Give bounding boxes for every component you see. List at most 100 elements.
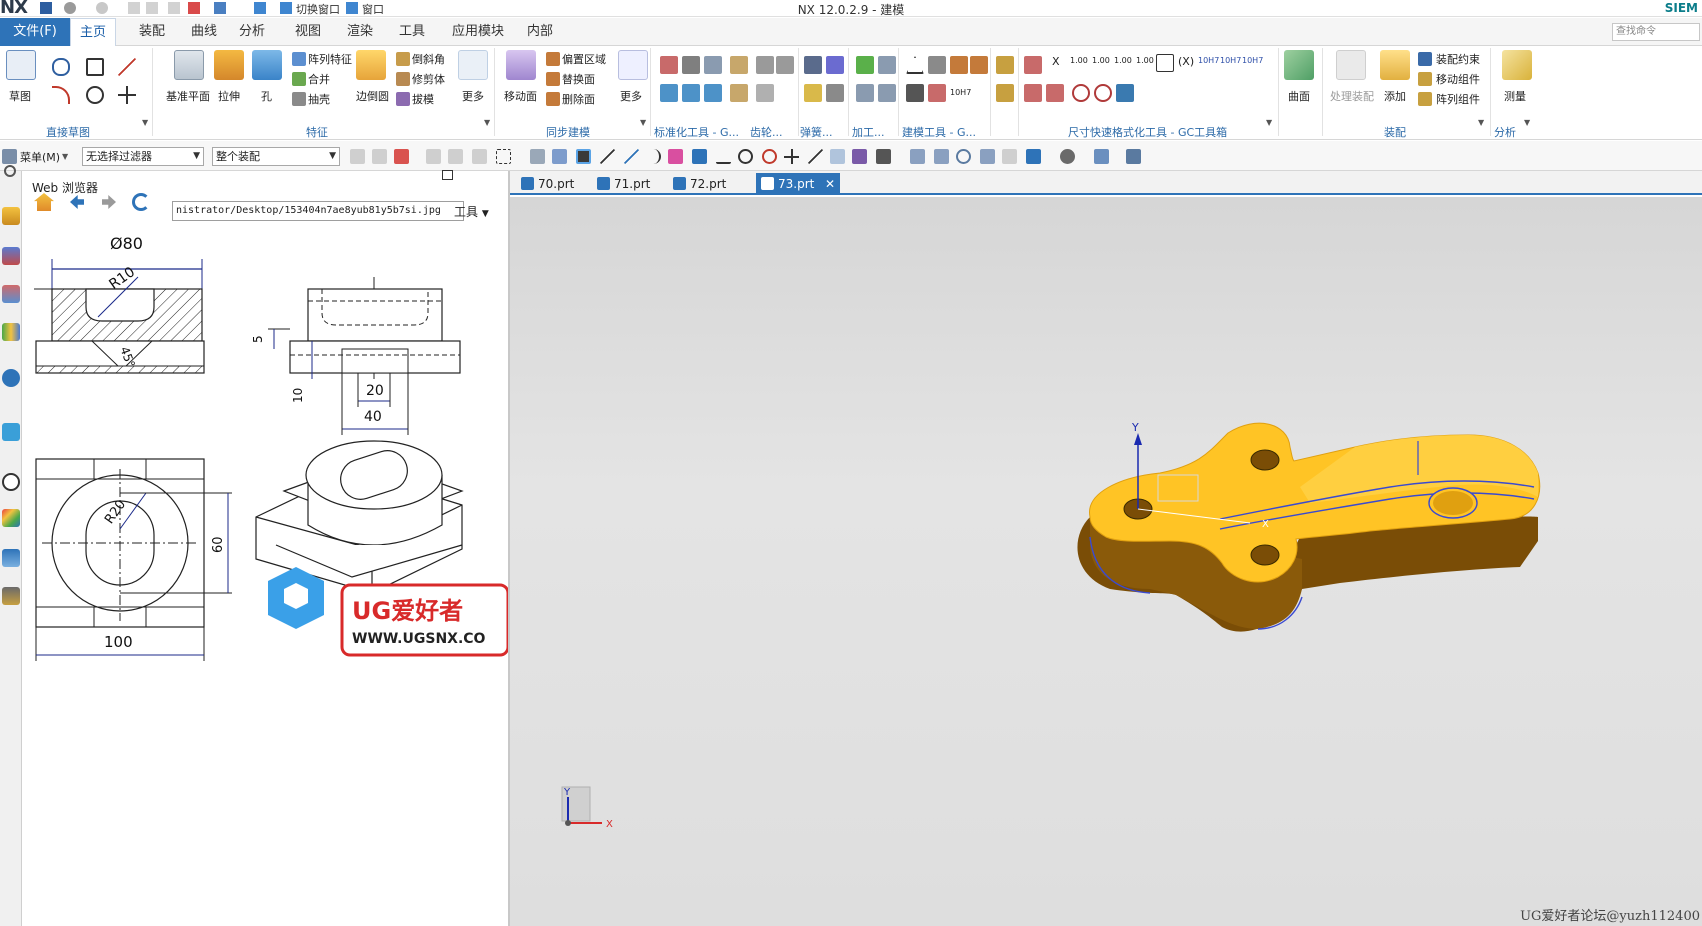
- spring-tool-4-icon[interactable]: [826, 84, 844, 102]
- select-body-icon[interactable]: [530, 149, 545, 164]
- snap-5-icon[interactable]: [448, 149, 463, 164]
- tab-applications[interactable]: 应用模块: [442, 18, 514, 46]
- offset-region-icon[interactable]: [546, 52, 560, 66]
- move-face-label[interactable]: 移动面: [504, 88, 537, 104]
- machining-group-label[interactable]: 加工...: [852, 124, 885, 140]
- modeling-tools-group-label[interactable]: 建模工具 - G...: [902, 124, 976, 140]
- select-tangent-icon[interactable]: [716, 149, 731, 164]
- dim-value-2[interactable]: 1.00: [1092, 56, 1110, 65]
- doc-tab-73[interactable]: 73.prt ✕: [756, 173, 840, 195]
- diameter-2-icon[interactable]: [1094, 84, 1112, 102]
- role-icon[interactable]: [2, 549, 20, 567]
- move-face-icon[interactable]: [506, 50, 536, 80]
- gear-tool-3-icon[interactable]: [756, 56, 774, 74]
- edge-blend-label[interactable]: 边倒圆: [356, 88, 389, 104]
- command-search-input[interactable]: 查找命令: [1612, 23, 1700, 41]
- gear-tool-2-icon[interactable]: [730, 84, 748, 102]
- menu-icon[interactable]: [2, 149, 17, 164]
- tab-tools[interactable]: 工具: [388, 18, 436, 46]
- select-center-icon[interactable]: [738, 149, 753, 164]
- extrude-label[interactable]: 拉伸: [218, 88, 240, 104]
- palette-icon[interactable]: [2, 509, 20, 527]
- dim-value-3[interactable]: 1.00: [1114, 56, 1132, 65]
- spline-icon[interactable]: [52, 58, 70, 76]
- tab-internal[interactable]: 内部: [520, 18, 560, 46]
- gear-tool-5-icon[interactable]: [756, 84, 774, 102]
- dim-tool-2-icon[interactable]: [1024, 84, 1042, 102]
- measure-label[interactable]: 测量: [1504, 88, 1526, 104]
- maximize-icon[interactable]: [442, 170, 453, 180]
- tab-render[interactable]: 渲染: [336, 18, 384, 46]
- selection-filter-dropdown[interactable]: 无选择过滤器 ▼: [82, 147, 204, 166]
- sketch-button-label[interactable]: 草图: [9, 88, 31, 104]
- select-face-icon[interactable]: [552, 149, 567, 164]
- dim-paren-x-label[interactable]: (X): [1178, 55, 1194, 68]
- pattern-component-icon[interactable]: [1418, 92, 1432, 106]
- gc-tool-4-icon[interactable]: [660, 84, 678, 102]
- refresh-icon[interactable]: [132, 193, 150, 211]
- delete-face-label[interactable]: 删除面: [562, 91, 595, 107]
- move-component-label[interactable]: 移动组件: [1436, 71, 1480, 87]
- tab-view[interactable]: 视图: [284, 18, 332, 46]
- pattern-component-label[interactable]: 阵列组件: [1436, 91, 1480, 107]
- select-intersection-icon[interactable]: [784, 149, 799, 164]
- tab-analysis[interactable]: 分析: [228, 18, 276, 46]
- machining-tool-icon[interactable]: [856, 56, 874, 74]
- settings-gear-icon[interactable]: [4, 165, 16, 177]
- edge-blend-icon[interactable]: [356, 50, 386, 80]
- select-feature-icon[interactable]: [852, 149, 867, 164]
- replace-face-icon[interactable]: [546, 72, 560, 86]
- gear-group-label[interactable]: 齿轮...: [750, 124, 783, 140]
- select-midpoint-icon[interactable]: [808, 149, 823, 164]
- clock-icon[interactable]: [2, 473, 20, 491]
- view-other-icon[interactable]: [1002, 149, 1017, 164]
- more-features-label[interactable]: 更多: [462, 88, 484, 104]
- dim-tool-3-icon[interactable]: [1046, 84, 1064, 102]
- dim-x-label[interactable]: X: [1052, 55, 1060, 68]
- triangle-tool-icon[interactable]: [906, 56, 924, 74]
- arc-icon[interactable]: [52, 86, 70, 104]
- box-select-icon[interactable]: [496, 149, 511, 164]
- pattern-feature-label[interactable]: 阵列特征: [308, 51, 352, 67]
- dim-tol-1[interactable]: 10H7: [1198, 56, 1219, 65]
- graphics-window[interactable]: Y X Y X UG爱好者论坛@yuzh112400: [510, 197, 1702, 926]
- view-rotate-icon[interactable]: [956, 149, 971, 164]
- unite-label[interactable]: 合并: [308, 71, 330, 87]
- gear-tool-4-icon[interactable]: [776, 56, 794, 74]
- spring-tool-icon[interactable]: [804, 56, 822, 74]
- draft-label[interactable]: 拔模: [412, 91, 434, 107]
- back-arrow-icon[interactable]: [70, 195, 84, 209]
- chamfer-icon[interactable]: [396, 52, 410, 66]
- dim-value-4[interactable]: 1.00: [1136, 56, 1154, 65]
- point-icon[interactable]: [118, 86, 136, 104]
- hole-icon[interactable]: [252, 50, 282, 80]
- shell-label[interactable]: 抽壳: [308, 91, 330, 107]
- snap-6-icon[interactable]: [472, 149, 487, 164]
- assembly-navigator-icon[interactable]: [2, 207, 20, 225]
- tools-menu-button[interactable]: 工具 ▼: [454, 203, 489, 220]
- extrude-icon[interactable]: [214, 50, 244, 80]
- more-sync-icon[interactable]: [618, 50, 648, 80]
- datum-plane-label[interactable]: 基准平面: [166, 88, 210, 104]
- doc-tab-70[interactable]: 70.prt: [516, 173, 588, 195]
- select-edge-icon[interactable]: [624, 149, 639, 164]
- close-tab-icon[interactable]: ✕: [825, 173, 835, 195]
- surface-label[interactable]: 曲面: [1288, 88, 1310, 104]
- more-sync-label[interactable]: 更多: [620, 88, 642, 104]
- camera-icon[interactable]: [1126, 149, 1141, 164]
- modeling-tool-6-icon[interactable]: [928, 84, 946, 102]
- constraint-navigator-icon[interactable]: [2, 247, 20, 265]
- std-tools-group-label[interactable]: 标准化工具 - G...: [654, 124, 739, 140]
- datum-plane-icon[interactable]: [174, 50, 204, 80]
- web-browser-icon[interactable]: [2, 369, 20, 387]
- 3d-part[interactable]: Y X: [1077, 421, 1541, 632]
- snap-2-icon[interactable]: [372, 149, 387, 164]
- render-style-icon[interactable]: [1060, 149, 1075, 164]
- select-component-icon[interactable]: [876, 149, 891, 164]
- tab-curve[interactable]: 曲线: [180, 18, 228, 46]
- more-features-icon[interactable]: [458, 50, 488, 80]
- forward-arrow-icon[interactable]: [102, 195, 116, 209]
- assembly-constraint-icon[interactable]: [1418, 52, 1432, 66]
- assembly-constraint-label[interactable]: 装配约束: [1436, 51, 1480, 67]
- machining-tool-3-icon[interactable]: [856, 84, 874, 102]
